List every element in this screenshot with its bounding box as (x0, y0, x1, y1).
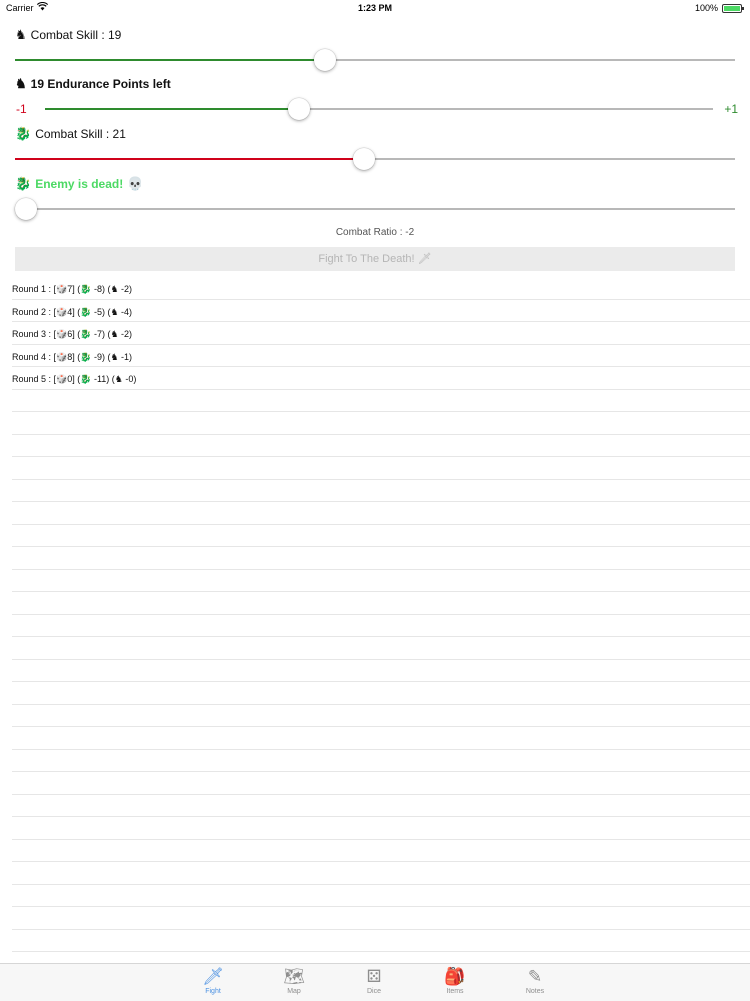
dice-icon: ⚄ (366, 967, 382, 986)
dragon-icon: 🐉 (15, 126, 32, 141)
tab-bar: 🗡 Fight 🗺 Map ⚄ Dice 🎒 Items ✎ Notes (0, 963, 750, 1001)
player-endurance-label: 19 Endurance Points left (30, 77, 171, 91)
empty-row (12, 930, 750, 952)
slider-thumb[interactable] (288, 98, 310, 120)
enemy-skill-row: 🐉 Combat Skill : 21 (15, 126, 126, 142)
tab-label: Dice (366, 988, 381, 995)
empty-row (12, 435, 750, 457)
empty-row (12, 705, 750, 727)
empty-row (12, 885, 750, 907)
empty-row (12, 862, 750, 885)
empty-row (12, 547, 750, 570)
round-row: Round 5 : [🎲0] (🐉 -11) (♞ -0) (12, 367, 750, 390)
knight-icon: ♞ (15, 27, 27, 42)
sword-icon: 🗡 (417, 253, 432, 265)
enemy-status-label: Enemy is dead! (35, 177, 124, 191)
player-endurance-slider[interactable] (45, 97, 713, 121)
empty-row (12, 570, 750, 592)
empty-row (12, 907, 750, 930)
tab-items[interactable]: 🎒 Items (425, 966, 485, 995)
empty-row (12, 390, 750, 412)
slider-thumb[interactable] (15, 198, 37, 220)
empty-row (12, 637, 750, 660)
round-row: Round 1 : [🎲7] (🐉 -8) (♞ -2) (12, 277, 750, 300)
enemy-skill-label: Combat Skill : 21 (35, 127, 126, 141)
empty-row (12, 525, 750, 547)
empty-row (12, 840, 750, 862)
fight-to-the-death-button[interactable]: Fight To The Death! 🗡 (15, 247, 735, 271)
tab-map[interactable]: 🗺 Map (264, 966, 324, 995)
slider-thumb[interactable] (314, 49, 336, 71)
player-skill-slider[interactable] (15, 48, 735, 72)
empty-row (12, 457, 750, 480)
knight-icon: ♞ (15, 76, 27, 91)
empty-row (12, 817, 750, 840)
endurance-minus-button[interactable]: -1 (16, 102, 27, 116)
empty-row (12, 750, 750, 772)
quill-icon: ✎ (527, 967, 543, 986)
player-endurance-row: ♞ 19 Endurance Points left (15, 76, 171, 92)
fight-button-label: Fight To The Death! (318, 253, 415, 265)
enemy-endurance-slider[interactable] (15, 197, 735, 221)
tab-label: Fight (205, 988, 221, 995)
player-skill-label: Combat Skill : 19 (30, 28, 122, 42)
endurance-plus-button[interactable]: +1 (724, 102, 738, 116)
tab-dice[interactable]: ⚄ Dice (344, 966, 404, 995)
round-log: Round 1 : [🎲7] (🐉 -8) (♞ -2) Round 2 : [… (12, 277, 750, 952)
combat-ratio: Combat Ratio : -2 (335, 227, 415, 238)
empty-row (12, 412, 750, 435)
status-time: 1:23 PM (357, 3, 392, 13)
enemy-skill-slider[interactable] (15, 147, 735, 171)
empty-row (12, 592, 750, 615)
battery-percent: 100% (694, 3, 718, 13)
empty-row (12, 660, 750, 682)
empty-row (12, 502, 750, 525)
round-row: Round 3 : [🎲6] (🐉 -7) (♞ -2) (12, 322, 750, 345)
dragon-icon: 🐉 (15, 176, 32, 191)
player-skill-row: ♞ Combat Skill : 19 (15, 27, 121, 43)
map-icon: 🗺 (283, 967, 305, 986)
enemy-status-row: 🐉 Enemy is dead! 💀 (15, 176, 143, 192)
tab-label: Map (287, 988, 301, 995)
tab-notes[interactable]: ✎ Notes (505, 966, 565, 995)
empty-row (12, 795, 750, 817)
battery-icon (722, 4, 744, 13)
round-row: Round 2 : [🎲4] (🐉 -5) (♞ -4) (12, 300, 750, 322)
slider-thumb[interactable] (353, 148, 375, 170)
tab-fight[interactable]: 🗡 Fight (183, 966, 243, 995)
empty-row (12, 480, 750, 502)
empty-row (12, 682, 750, 705)
tab-label: Notes (525, 988, 545, 995)
round-row: Round 4 : [🎲8] (🐉 -9) (♞ -1) (12, 345, 750, 367)
empty-row (12, 727, 750, 750)
sword-icon: 🗡 (202, 967, 224, 986)
backpack-icon: 🎒 (444, 967, 466, 986)
empty-row (12, 772, 750, 795)
empty-row (12, 615, 750, 637)
status-bar: Carrier 1:23 PM 100% (0, 0, 750, 16)
skull-icon: 💀 (127, 176, 144, 191)
tab-label: Items (446, 988, 464, 995)
